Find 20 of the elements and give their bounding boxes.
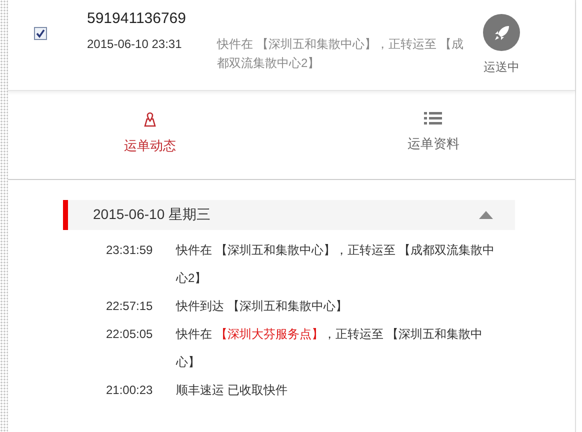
event-time: 22:57:15	[106, 298, 154, 315]
status-label: 运送中	[484, 59, 520, 76]
checkbox[interactable]	[34, 27, 47, 40]
shipment-summary: 快件在 【深圳五和集散中心】，正转运至 【成都双流集散中心2】	[217, 36, 465, 72]
event-text: 快件到达 【深圳五和集散中心】	[176, 298, 348, 315]
event-time: 21:00:23	[106, 382, 154, 399]
event-time: 22:05:05	[106, 326, 154, 343]
event-text: 快件在 【深圳大芬服务点】，正转运至 【深圳五和集散中心】	[176, 326, 484, 371]
event-text: 快件在 【深圳五和集散中心】，正转运至 【成都双流集散中心2】	[176, 242, 496, 287]
tab[interactable]: 运单资料	[292, 101, 575, 179]
date-text: 2015-06-10 星期三	[93, 206, 212, 224]
collapse-caret-icon[interactable]	[479, 211, 493, 219]
date-header[interactable]: 2015-06-10 星期三	[63, 200, 515, 230]
tab[interactable]: 运单动态	[8, 101, 292, 179]
event-text: 顺丰速运 已收取快件	[176, 382, 288, 399]
tracking-number: 591941136769	[87, 10, 187, 27]
shipment-time: 2015-06-10 23:31	[87, 37, 183, 53]
list-icon	[424, 111, 442, 125]
rocket-icon	[483, 14, 520, 51]
event-time: 23:31:59	[106, 242, 154, 259]
